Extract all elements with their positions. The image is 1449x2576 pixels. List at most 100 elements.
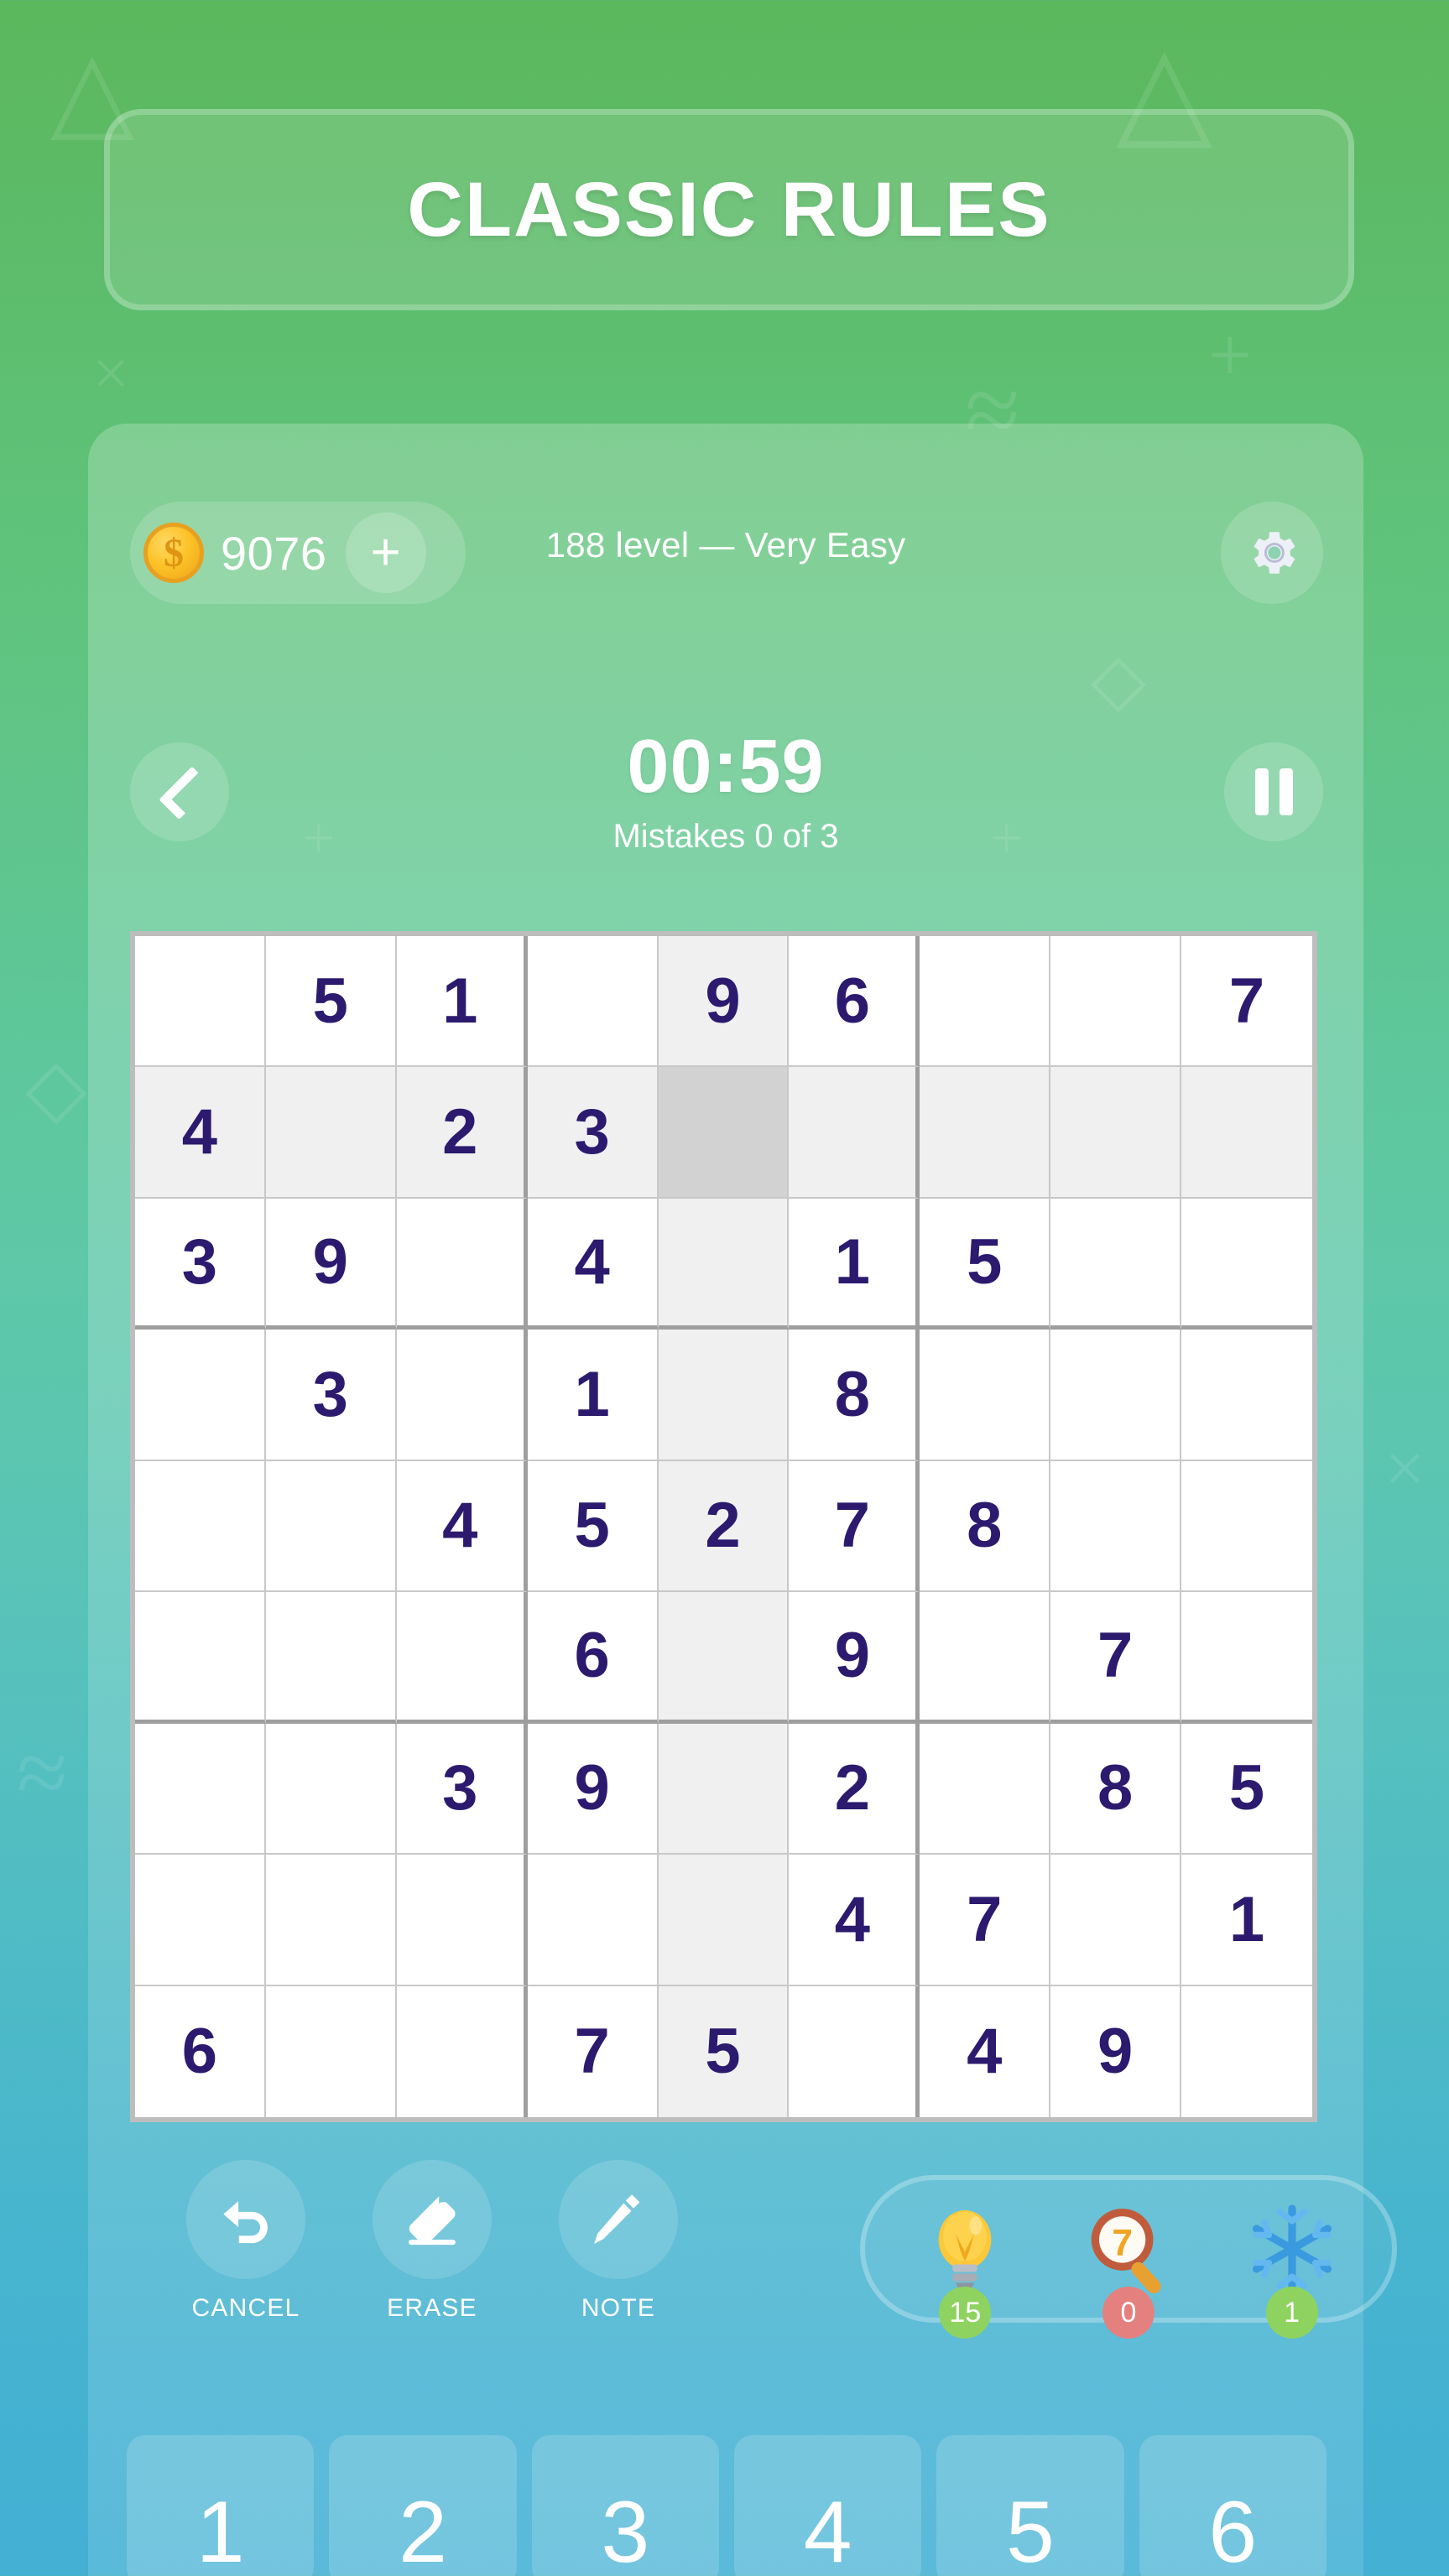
sudoku-cell-r2c7[interactable]: [920, 1067, 1051, 1199]
numpad-key-6[interactable]: 6: [1139, 2435, 1327, 2576]
sudoku-cell-r6c9[interactable]: [1181, 1592, 1312, 1724]
sudoku-cell-r1c3[interactable]: 1: [396, 936, 528, 1068]
sudoku-cell-r3c6[interactable]: 1: [789, 1198, 920, 1330]
sudoku-cell-r8c1[interactable]: [135, 1855, 266, 1986]
bg-decor-plus1: +: [1208, 312, 1252, 398]
sudoku-cell-r5c7[interactable]: 8: [920, 1460, 1051, 1593]
sudoku-cell-r8c5[interactable]: [658, 1855, 790, 1986]
sudoku-cell-r4c5[interactable]: [658, 1330, 790, 1461]
sudoku-cell-r3c3[interactable]: [396, 1198, 528, 1330]
sudoku-cell-r3c8[interactable]: [1050, 1198, 1182, 1330]
sudoku-cell-r7c4[interactable]: 9: [527, 1723, 659, 1855]
sudoku-cell-r5c3[interactable]: 4: [396, 1460, 528, 1593]
sudoku-cell-r7c7[interactable]: [920, 1723, 1051, 1855]
sudoku-cell-r4c8[interactable]: [1050, 1330, 1182, 1461]
sudoku-cell-r7c1[interactable]: [135, 1723, 266, 1855]
sudoku-cell-r2c9[interactable]: [1181, 1067, 1312, 1199]
game-card: $ 9076 + 188 level — Very Easy 00:59 Mis…: [88, 424, 1397, 2576]
sudoku-cell-r4c2[interactable]: 3: [265, 1330, 397, 1461]
sudoku-cell-r9c1[interactable]: 6: [135, 1985, 266, 2117]
sudoku-grid[interactable]: 5196742339415318452786973928547167549: [135, 936, 1312, 2117]
sudoku-cell-r4c6[interactable]: 8: [789, 1330, 920, 1461]
sudoku-cell-r2c8[interactable]: [1050, 1067, 1182, 1199]
sudoku-cell-r4c4[interactable]: 1: [527, 1330, 659, 1461]
sudoku-cell-r3c9[interactable]: [1181, 1198, 1312, 1330]
sudoku-cell-r2c6[interactable]: [789, 1067, 920, 1199]
sudoku-cell-r7c8[interactable]: 8: [1050, 1723, 1182, 1855]
sudoku-cell-r1c9[interactable]: 7: [1181, 936, 1312, 1068]
sudoku-cell-r9c5[interactable]: 5: [658, 1985, 790, 2117]
sudoku-cell-r5c4[interactable]: 5: [527, 1460, 659, 1593]
sudoku-cell-r9c2[interactable]: [265, 1985, 397, 2117]
numpad-key-1[interactable]: 1: [127, 2435, 315, 2576]
pause-button[interactable]: [1224, 742, 1323, 841]
sudoku-cell-r3c1[interactable]: 3: [135, 1198, 266, 1330]
sudoku-cell-r7c6[interactable]: 2: [789, 1723, 920, 1855]
sudoku-cell-r4c3[interactable]: [396, 1330, 528, 1461]
sudoku-cell-r2c4[interactable]: 3: [527, 1067, 659, 1199]
sudoku-cell-r1c6[interactable]: 6: [789, 936, 920, 1068]
sudoku-cell-r6c3[interactable]: [396, 1592, 528, 1724]
numpad-key-4[interactable]: 4: [733, 2435, 922, 2576]
sudoku-cell-r4c7[interactable]: [920, 1330, 1051, 1461]
sudoku-cell-r5c9[interactable]: [1181, 1460, 1312, 1593]
erase-button[interactable]: ERASE: [365, 2160, 499, 2323]
sudoku-cell-r3c5[interactable]: [658, 1198, 790, 1330]
sudoku-cell-r8c4[interactable]: [527, 1855, 659, 1986]
sudoku-cell-r7c5[interactable]: [658, 1723, 790, 1855]
note-button[interactable]: NOTE: [551, 2160, 685, 2323]
sudoku-cell-r6c4[interactable]: 6: [527, 1592, 659, 1724]
sudoku-cell-r7c2[interactable]: [265, 1723, 397, 1855]
sudoku-cell-r6c7[interactable]: [920, 1592, 1051, 1724]
sudoku-cell-r6c1[interactable]: [135, 1592, 266, 1724]
sudoku-cell-r9c8[interactable]: 9: [1050, 1985, 1182, 2117]
sudoku-cell-r5c8[interactable]: [1050, 1460, 1182, 1593]
sudoku-cell-r6c8[interactable]: 7: [1050, 1592, 1182, 1724]
sudoku-cell-r3c2[interactable]: 9: [265, 1198, 397, 1330]
sudoku-cell-r9c7[interactable]: 4: [920, 1985, 1051, 2117]
sudoku-cell-r2c3[interactable]: 2: [396, 1067, 528, 1199]
sudoku-cell-r9c3[interactable]: [396, 1985, 528, 2117]
sudoku-cell-r1c8[interactable]: [1050, 936, 1182, 1068]
sudoku-cell-r9c6[interactable]: [789, 1985, 920, 2117]
sudoku-cell-r8c2[interactable]: [265, 1855, 397, 1986]
sudoku-cell-r4c9[interactable]: [1181, 1330, 1312, 1461]
sudoku-cell-r1c1[interactable]: [135, 936, 266, 1068]
sudoku-cell-r5c2[interactable]: [265, 1460, 397, 1593]
sudoku-cell-r5c1[interactable]: [135, 1460, 266, 1593]
cancel-button[interactable]: CANCEL: [179, 2160, 313, 2323]
sudoku-cell-r3c7[interactable]: 5: [920, 1198, 1051, 1330]
freeze-booster-button[interactable]: 1: [1229, 2186, 1355, 2339]
search-number-booster-button[interactable]: 7 0: [1066, 2186, 1191, 2339]
settings-button[interactable]: [1221, 502, 1323, 604]
sudoku-cell-r8c3[interactable]: [396, 1855, 528, 1986]
sudoku-cell-r2c2[interactable]: [265, 1067, 397, 1199]
sudoku-cell-r7c3[interactable]: 3: [396, 1723, 528, 1855]
sudoku-cell-r8c8[interactable]: [1050, 1855, 1182, 1986]
pause-icon: [1254, 768, 1293, 815]
sudoku-cell-r1c2[interactable]: 5: [265, 936, 397, 1068]
sudoku-cell-r8c6[interactable]: 4: [789, 1855, 920, 1986]
sudoku-cell-r5c6[interactable]: 7: [789, 1460, 920, 1593]
sudoku-cell-r1c7[interactable]: [920, 936, 1051, 1068]
sudoku-cell-r4c1[interactable]: [135, 1330, 266, 1461]
numpad-key-3[interactable]: 3: [531, 2435, 719, 2576]
hint-booster-button[interactable]: 15: [902, 2186, 1028, 2339]
sudoku-cell-r7c9[interactable]: 5: [1181, 1723, 1312, 1855]
sudoku-cell-r8c7[interactable]: 7: [920, 1855, 1051, 1986]
sudoku-cell-r1c5[interactable]: 9: [658, 936, 790, 1068]
sudoku-cell-r6c2[interactable]: [265, 1592, 397, 1724]
sudoku-cell-r6c5[interactable]: [658, 1592, 790, 1724]
sudoku-cell-r2c1[interactable]: 4: [135, 1067, 266, 1199]
sudoku-cell-r5c5[interactable]: 2: [658, 1460, 790, 1593]
sudoku-cell-r8c9[interactable]: 1: [1181, 1855, 1312, 1986]
sudoku-cell-selected[interactable]: [658, 1067, 790, 1199]
sudoku-cell-r3c4[interactable]: 4: [527, 1198, 659, 1330]
sudoku-cell-r6c6[interactable]: 9: [789, 1592, 920, 1724]
sudoku-cell-r1c4[interactable]: [527, 936, 659, 1068]
numpad-key-2[interactable]: 2: [329, 2435, 517, 2576]
sudoku-cell-r9c9[interactable]: [1181, 1985, 1312, 2117]
numpad-key-5[interactable]: 5: [936, 2435, 1124, 2576]
number-pad[interactable]: 123456: [127, 2435, 1327, 2576]
sudoku-cell-r9c4[interactable]: 7: [527, 1985, 659, 2117]
